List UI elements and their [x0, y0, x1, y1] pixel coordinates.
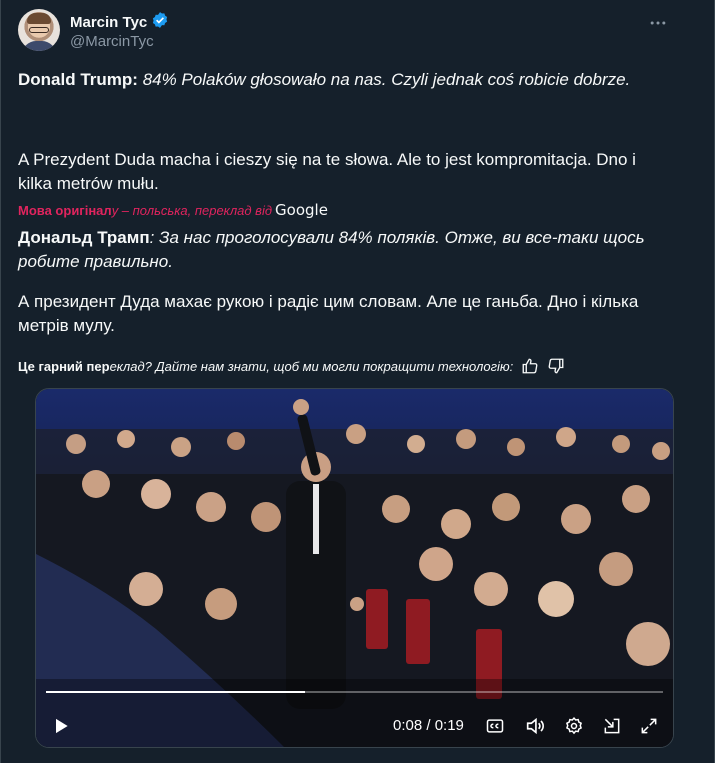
translation-label-bold: Мова оригінал — [18, 202, 112, 218]
translated-comment: А президент Дуда махає рукою і радіє цим… — [18, 292, 639, 335]
verified-badge-icon — [151, 11, 169, 34]
feedback-bold: Це гарний пер — [18, 358, 110, 374]
translation-attribution[interactable]: Мова оригінал у – польська, переклад від… — [18, 201, 328, 219]
captions-icon[interactable] — [484, 715, 506, 737]
translated-quote: Дональд Трамп: За нас проголосували 84% … — [18, 226, 668, 274]
post-header: Marcin Tyc @MarcinTyc — [18, 9, 678, 53]
video-player[interactable]: 0:08 / 0:19 — [35, 388, 674, 748]
feedback-text: Це гарний переклад? Дайте нам знати, щоб… — [18, 359, 513, 374]
fullscreen-icon[interactable] — [638, 715, 660, 737]
quote-text: 84% Polaków głosowało na nas. Czyli jedn… — [142, 70, 631, 89]
play-icon[interactable] — [50, 715, 72, 737]
pop-out-icon[interactable] — [601, 715, 623, 737]
translation-label-rest: у – польська, переклад від — [111, 202, 273, 218]
video-controls: 0:08 / 0:19 — [36, 703, 673, 747]
thumbs-up-icon[interactable] — [521, 357, 539, 375]
avatar[interactable] — [18, 9, 60, 51]
thumbs-down-icon[interactable] — [547, 357, 565, 375]
display-name[interactable]: Marcin Tyc — [70, 14, 147, 31]
post-text-comment: A Prezydent Duda macha i cieszy się na t… — [18, 150, 636, 193]
google-logo: Google — [275, 201, 328, 219]
translation-feedback: Це гарний переклад? Дайте нам знати, щоб… — [18, 357, 565, 375]
post-text-quote: Donald Trump: 84% Polaków głosowało na n… — [18, 68, 668, 92]
more-horizontal-icon[interactable] — [648, 13, 668, 38]
post-frame: Marcin Tyc @MarcinTyc Donald Trump: 84% … — [0, 0, 715, 763]
handle[interactable]: @MarcinTyc — [70, 33, 154, 50]
video-frame — [36, 389, 673, 747]
volume-icon[interactable] — [524, 715, 546, 737]
speaker-label: Donald Trump: — [18, 70, 138, 89]
name-row[interactable]: Marcin Tyc — [70, 11, 169, 34]
translated-speaker: Дональд Трамп — [18, 228, 150, 247]
settings-icon[interactable] — [563, 715, 585, 737]
video-progress-bar[interactable] — [46, 691, 663, 693]
video-progress-fill — [46, 691, 306, 693]
feedback-rest: еклад? Дайте нам знати, щоб ми могли пок… — [109, 358, 514, 374]
video-time: 0:08 / 0:19 — [393, 717, 464, 734]
